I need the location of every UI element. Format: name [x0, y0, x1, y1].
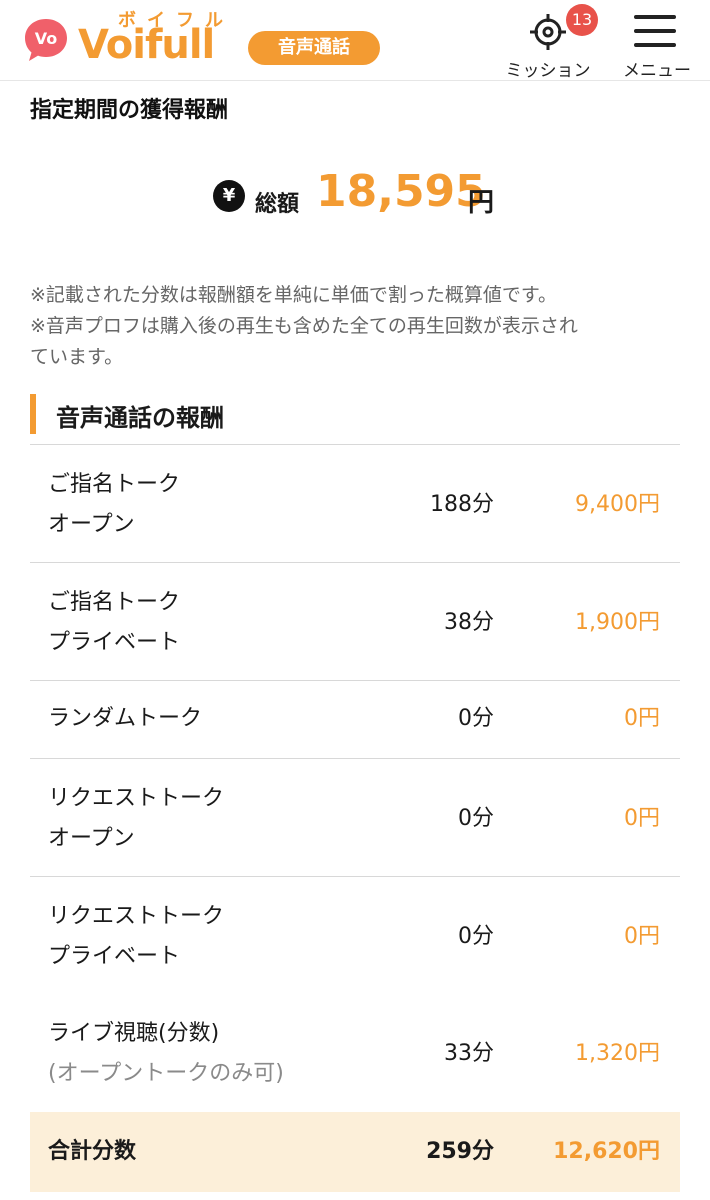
- logo-badge-text: Vo: [35, 29, 58, 48]
- table-row: ご指名トーク オープン 188分 9,400円: [30, 444, 680, 563]
- table-row: ライブ視聴(分数) (オープントークのみ可) 33分 1,320円: [30, 994, 680, 1112]
- note-line: ています。: [30, 346, 124, 368]
- hamburger-icon: [634, 15, 676, 47]
- row-name: リクエストトーク オープン: [48, 779, 224, 859]
- row-name-line1: リクエストトーク: [48, 786, 225, 811]
- mission-button[interactable]: 13 ミッション: [500, 4, 598, 81]
- row-minutes: 38分: [444, 610, 494, 635]
- total-row-amount: 12,620円: [553, 1139, 660, 1164]
- table-row: リクエストトーク オープン 0分 0円: [30, 758, 680, 877]
- mission-count-badge: 13: [566, 4, 598, 36]
- app-header: Vo ボイフル Voifull 音声通話 13 ミッション メニュー: [0, 0, 710, 81]
- row-amount: 0円: [624, 806, 660, 831]
- row-name-line1: ライブ視聴(分数): [48, 1021, 220, 1046]
- page-title: 指定期間の獲得報酬: [30, 98, 229, 123]
- section-header: 音声通話の報酬: [30, 392, 680, 436]
- note-line: ※音声プロフは購入後の再生も含めた全ての再生回数が表示され: [30, 315, 578, 337]
- table-row: リクエストトーク プライベート 0分 0円: [30, 876, 680, 995]
- row-name-line2: プライベート: [48, 630, 181, 655]
- total-row: 合計分数 259分 12,620円: [30, 1112, 680, 1192]
- row-amount: 9,400円: [575, 492, 660, 517]
- total-row-minutes: 259分: [426, 1139, 494, 1164]
- row-minutes: 0分: [458, 924, 494, 949]
- row-amount: 1,900円: [575, 610, 660, 635]
- mission-label: ミッション: [505, 61, 591, 81]
- voice-call-pill: 音声通話: [248, 31, 380, 65]
- row-name-line1: リクエストトーク: [48, 904, 225, 929]
- menu-label: メニュー: [623, 61, 691, 81]
- section-accent-bar: [30, 394, 36, 434]
- row-amount: 0円: [624, 924, 660, 949]
- total-amount: 18,595: [316, 166, 486, 217]
- row-name-line2: オープン: [48, 826, 135, 851]
- row-name-line1: ランダムトーク: [48, 706, 203, 731]
- row-minutes: 33分: [444, 1041, 494, 1066]
- row-name: ご指名トーク オープン: [48, 465, 180, 545]
- row-name-line2: オープン: [48, 512, 135, 537]
- notes: ※記載された分数は報酬額を単純に単価で割った概算値です。 ※音声プロフは購入後の…: [30, 280, 680, 373]
- row-name-line2: プライベート: [48, 944, 181, 969]
- section-title: 音声通話の報酬: [56, 404, 224, 432]
- row-name: ライブ視聴(分数) (オープントークのみ可): [48, 1014, 284, 1094]
- row-amount: 1,320円: [575, 1041, 660, 1066]
- logo-badge-icon: Vo: [25, 19, 67, 61]
- voifull-logo[interactable]: Vo ボイフル Voifull 音声通話: [22, 8, 392, 74]
- menu-button[interactable]: メニュー: [614, 4, 700, 81]
- total-summary: ¥ 総額 18,595 円: [0, 166, 710, 226]
- note-line: ※記載された分数は報酬額を単純に単価で割った概算値です。: [30, 284, 558, 306]
- row-name: ご指名トーク プライベート: [48, 583, 180, 663]
- row-minutes: 0分: [458, 706, 494, 731]
- target-icon: [530, 14, 566, 50]
- total-row-label: 合計分数: [48, 1139, 137, 1164]
- row-name-line1: ご指名トーク: [48, 590, 181, 615]
- row-minutes: 0分: [458, 806, 494, 831]
- row-amount: 0円: [624, 706, 660, 731]
- table-row: ランダムトーク 0分 0円: [30, 680, 680, 759]
- logo-word: Voifull: [78, 22, 215, 68]
- yen-icon: ¥: [213, 180, 245, 212]
- total-label: 総額: [255, 192, 300, 217]
- row-name: ランダムトーク: [48, 699, 202, 739]
- row-name: リクエストトーク プライベート: [48, 897, 224, 977]
- row-name-line2: (オープントークのみ可): [48, 1061, 284, 1086]
- row-minutes: 188分: [430, 492, 494, 517]
- row-name-line1: ご指名トーク: [48, 472, 181, 497]
- total-unit: 円: [468, 188, 495, 218]
- table-row: ご指名トーク プライベート 38分 1,900円: [30, 562, 680, 681]
